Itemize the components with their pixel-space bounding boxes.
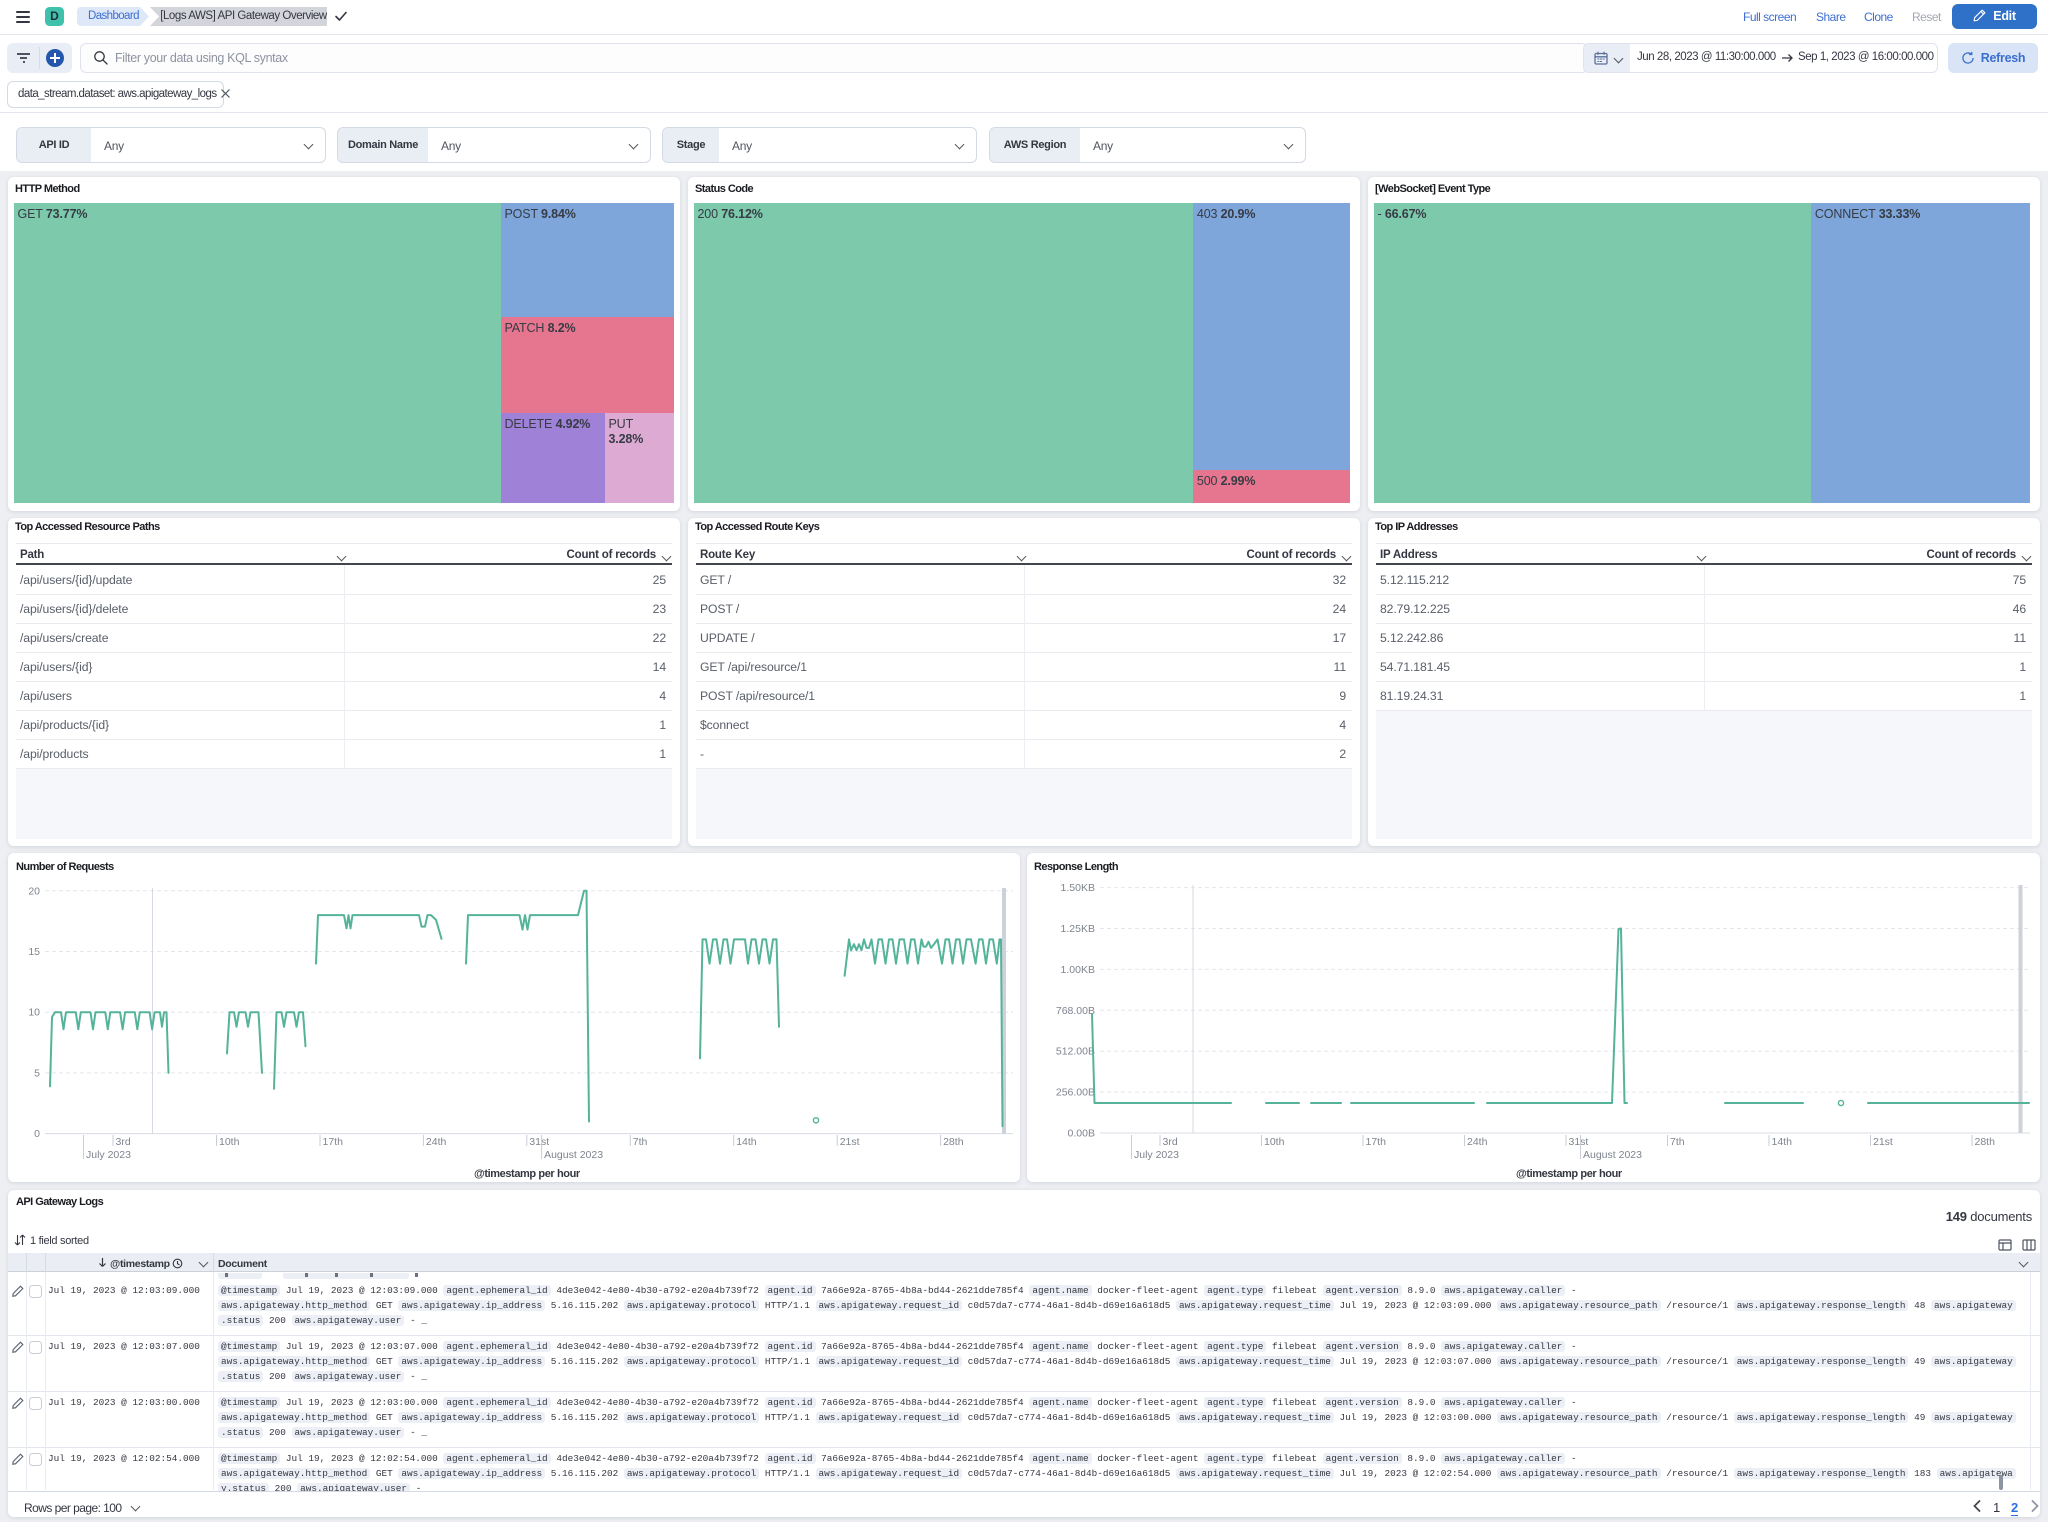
svg-text:0.00B: 0.00B bbox=[1068, 1128, 1095, 1140]
svg-text:14th: 14th bbox=[1772, 1136, 1793, 1148]
svg-text:21st: 21st bbox=[840, 1136, 860, 1148]
svg-text:17th: 17th bbox=[323, 1136, 344, 1148]
svg-text:August 2023: August 2023 bbox=[544, 1149, 603, 1161]
svg-text:28th: 28th bbox=[1975, 1136, 1996, 1148]
svg-text:3rd: 3rd bbox=[1163, 1136, 1178, 1148]
svg-text:3rd: 3rd bbox=[116, 1136, 131, 1148]
svg-text:256.00B: 256.00B bbox=[1056, 1087, 1095, 1099]
svg-text:1.50KB: 1.50KB bbox=[1061, 882, 1095, 894]
svg-text:20: 20 bbox=[28, 885, 40, 897]
svg-text:24th: 24th bbox=[426, 1136, 447, 1148]
svg-text:28th: 28th bbox=[943, 1136, 964, 1148]
svg-text:31st: 31st bbox=[1569, 1136, 1589, 1148]
svg-text:17th: 17th bbox=[1366, 1136, 1387, 1148]
svg-text:July 2023: July 2023 bbox=[86, 1149, 131, 1161]
svg-text:15: 15 bbox=[28, 946, 40, 958]
svg-text:21st: 21st bbox=[1873, 1136, 1893, 1148]
svg-text:14th: 14th bbox=[736, 1136, 757, 1148]
svg-text:7th: 7th bbox=[633, 1136, 648, 1148]
svg-text:768.00B: 768.00B bbox=[1056, 1005, 1095, 1017]
svg-text:10th: 10th bbox=[1264, 1136, 1285, 1148]
svg-text:July 2023: July 2023 bbox=[1134, 1149, 1179, 1161]
svg-text:24th: 24th bbox=[1467, 1136, 1488, 1148]
svg-text:10th: 10th bbox=[219, 1136, 240, 1148]
svg-text:31st: 31st bbox=[529, 1136, 549, 1148]
svg-text:5: 5 bbox=[34, 1067, 40, 1079]
svg-text:1.25KB: 1.25KB bbox=[1061, 923, 1095, 935]
svg-text:10: 10 bbox=[28, 1007, 40, 1019]
svg-text:1.00KB: 1.00KB bbox=[1061, 964, 1095, 976]
svg-text:0: 0 bbox=[34, 1128, 40, 1140]
svg-text:7th: 7th bbox=[1670, 1136, 1685, 1148]
svg-text:512.00B: 512.00B bbox=[1056, 1046, 1095, 1058]
svg-text:August 2023: August 2023 bbox=[1583, 1149, 1642, 1161]
